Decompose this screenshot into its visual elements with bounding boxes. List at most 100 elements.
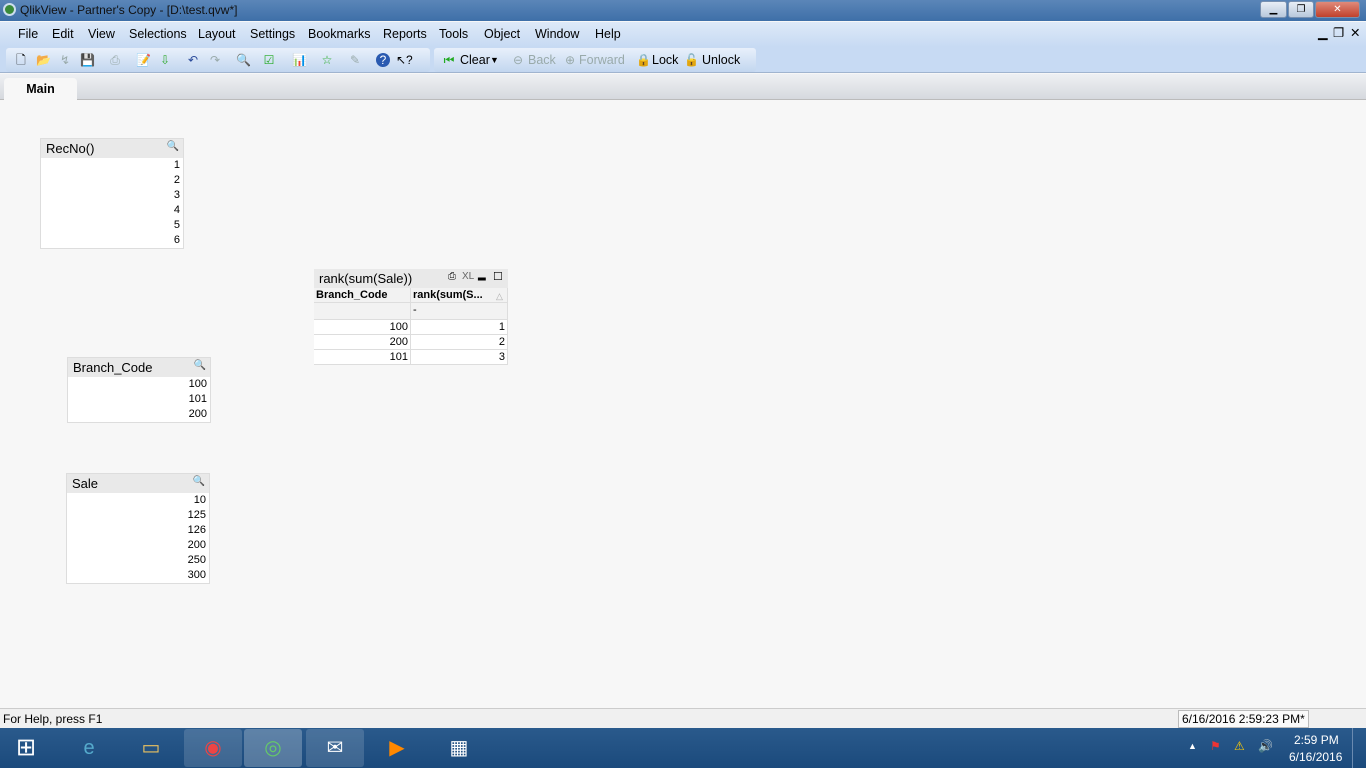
open-icon[interactable]: 📂 xyxy=(36,53,51,67)
table-caption: rank(sum(Sale)) ⎙ XL ▂ ☐ xyxy=(314,269,508,288)
doc-restore-button[interactable]: ❐ xyxy=(1333,25,1344,40)
list-item[interactable]: 200 xyxy=(68,407,210,422)
menu-settings[interactable]: Settings xyxy=(250,27,295,41)
forward-button[interactable]: Forward xyxy=(579,53,625,67)
menu-view[interactable]: View xyxy=(88,27,115,41)
listbox-header: Sale 🔍 xyxy=(67,474,209,493)
chart-icon[interactable]: 📊 xyxy=(292,53,307,67)
menu-help[interactable]: Help xyxy=(595,27,621,41)
search-icon[interactable]: 🔍 xyxy=(167,141,179,152)
redo-icon[interactable]: ↷ xyxy=(208,53,222,67)
menu-bookmarks[interactable]: Bookmarks xyxy=(308,27,371,41)
menu-file[interactable]: File xyxy=(18,27,38,41)
outlook-icon[interactable]: ✉ xyxy=(306,729,364,767)
close-button[interactable]: ✕ xyxy=(1315,1,1360,18)
design-icon[interactable]: ✎ xyxy=(348,53,362,67)
save-icon[interactable]: 💾 xyxy=(80,53,95,67)
clock-time[interactable]: 2:59 PM xyxy=(1294,733,1339,747)
menu-selections[interactable]: Selections xyxy=(129,27,187,41)
menu-tools[interactable]: Tools xyxy=(439,27,468,41)
context-help-icon[interactable]: ↖? xyxy=(396,53,413,67)
status-timestamp: 6/16/2016 2:59:23 PM* xyxy=(1178,710,1309,728)
show-hidden-icons-button[interactable]: ▲ xyxy=(1188,741,1197,751)
listbox-title: Branch_Code xyxy=(73,360,153,375)
show-desktop-button[interactable] xyxy=(1352,728,1366,768)
send-to-excel-button[interactable]: XL xyxy=(462,271,474,282)
minimize-button[interactable]: ▁ xyxy=(1260,1,1287,18)
menu-window[interactable]: Window xyxy=(535,27,579,41)
doc-close-button[interactable]: ✕ xyxy=(1350,25,1360,40)
start-button[interactable]: ⊞ xyxy=(2,729,50,767)
print-icon[interactable]: ⎙ xyxy=(448,271,456,282)
search-icon[interactable]: 🔍 xyxy=(236,53,251,67)
listbox-sale[interactable]: Sale 🔍 10 125 126 200 250 300 xyxy=(66,473,210,584)
back-button[interactable]: Back xyxy=(528,53,556,67)
table-cell[interactable]: 101 xyxy=(314,350,411,365)
restore-button[interactable]: ❐ xyxy=(1288,1,1314,18)
reload-data-icon[interactable]: ⇩ xyxy=(158,53,172,67)
listbox-branch-code[interactable]: Branch_Code 🔍 100 101 200 xyxy=(67,357,211,423)
search-icon[interactable]: 🔍 xyxy=(193,476,205,487)
list-item[interactable]: 126 xyxy=(67,523,209,538)
volume-icon[interactable]: 🔊 xyxy=(1258,739,1273,753)
list-item[interactable]: 1 xyxy=(41,158,183,173)
maximize-icon[interactable]: ☐ xyxy=(493,270,503,283)
list-item[interactable]: 4 xyxy=(41,203,183,218)
calculator-icon[interactable]: ▦ xyxy=(430,729,488,767)
edit-script-icon[interactable]: 📝 xyxy=(136,53,151,67)
action-center-icon[interactable]: ⚑ xyxy=(1210,739,1221,753)
qlikview-taskbar-icon[interactable]: ◎ xyxy=(244,729,302,767)
new-icon[interactable]: 🗋 xyxy=(14,53,28,67)
list-item[interactable]: 3 xyxy=(41,188,183,203)
column-header-rank[interactable]: rank(sum(S... xyxy=(411,288,508,303)
reload-icon[interactable]: ↯ xyxy=(58,53,72,67)
menu-reports[interactable]: Reports xyxy=(383,27,427,41)
clock-date[interactable]: 6/16/2016 xyxy=(1289,750,1342,764)
list-item[interactable]: 2 xyxy=(41,173,183,188)
undo-icon[interactable]: ↶ xyxy=(186,53,200,67)
clear-dropdown-icon[interactable]: ▼ xyxy=(490,55,499,65)
unlock-icon: 🔓 xyxy=(684,53,699,67)
table-cell[interactable]: 200 xyxy=(314,335,411,350)
chrome-icon[interactable]: ◉ xyxy=(184,729,242,767)
listbox-header: RecNo() 🔍 xyxy=(41,139,183,158)
menu-object[interactable]: Object xyxy=(484,27,520,41)
list-item[interactable]: 10 xyxy=(67,493,209,508)
print-icon[interactable]: ⎙ xyxy=(108,53,122,67)
list-item[interactable]: 200 xyxy=(67,538,209,553)
list-item[interactable]: 100 xyxy=(68,377,210,392)
table-title: rank(sum(Sale)) xyxy=(319,271,413,286)
column-header-branch-code[interactable]: Branch_Code xyxy=(314,288,411,303)
internet-explorer-icon[interactable]: e xyxy=(60,729,118,767)
list-item[interactable]: 6 xyxy=(41,233,183,248)
file-explorer-icon[interactable]: ▭ xyxy=(122,729,180,767)
selections-icon[interactable]: ☑ xyxy=(262,53,276,67)
power-icon[interactable]: ⚠ xyxy=(1234,739,1245,753)
list-item[interactable]: 101 xyxy=(68,392,210,407)
list-item[interactable]: 5 xyxy=(41,218,183,233)
straight-table-rank[interactable]: rank(sum(Sale)) ⎙ XL ▂ ☐ Branch_Code ran… xyxy=(314,269,508,365)
status-bar: For Help, press F1 6/16/2016 2:59:23 PM* xyxy=(0,708,1366,728)
table-cell[interactable]: 100 xyxy=(314,320,411,335)
listbox-title: Sale xyxy=(72,476,99,491)
listbox-header: Branch_Code 🔍 xyxy=(68,358,210,377)
navigation-toolbar: ⏮ Clear ▼ ⊖ Back ⊕ Forward 🔒 Lock 🔓 Unlo… xyxy=(434,48,756,72)
bookmark-star-icon[interactable]: ☆ xyxy=(320,53,334,67)
title-bar: QlikView - Partner's Copy - [D:\test.qvw… xyxy=(0,0,1366,21)
list-item[interactable]: 125 xyxy=(67,508,209,523)
lock-button[interactable]: Lock xyxy=(652,53,678,67)
help-icon[interactable]: ? xyxy=(376,53,390,67)
listbox-recno[interactable]: RecNo() 🔍 1 2 3 4 5 6 xyxy=(40,138,184,249)
doc-minimize-button[interactable]: ▁ xyxy=(1318,25,1328,40)
minimize-icon[interactable]: ▂ xyxy=(478,270,486,281)
menu-layout[interactable]: Layout xyxy=(198,27,236,41)
clear-button[interactable]: Clear xyxy=(460,53,490,67)
unlock-button[interactable]: Unlock xyxy=(702,53,740,67)
tab-main[interactable]: Main xyxy=(4,78,77,101)
list-item[interactable]: 250 xyxy=(67,553,209,568)
list-item[interactable]: 300 xyxy=(67,568,209,583)
search-icon[interactable]: 🔍 xyxy=(194,360,206,371)
media-player-icon[interactable]: ▶ xyxy=(368,729,426,767)
menu-edit[interactable]: Edit xyxy=(52,27,74,41)
total-cell: - xyxy=(411,303,508,320)
